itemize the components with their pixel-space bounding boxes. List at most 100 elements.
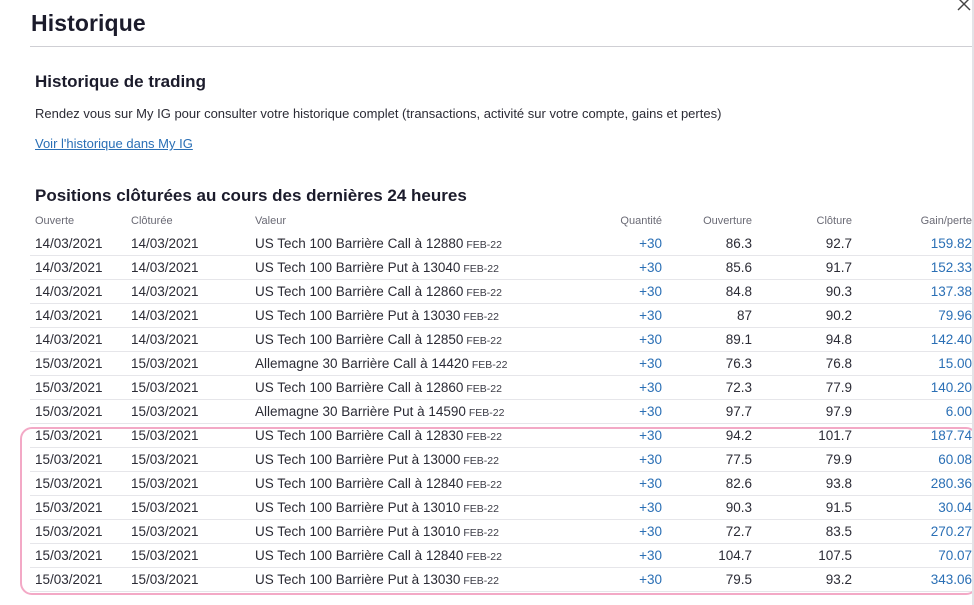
close-icon[interactable] — [954, 0, 974, 14]
cell-profit-loss: 30.04 — [938, 500, 972, 515]
table-row[interactable]: 15/03/2021 15/03/2021 US Tech 100 Barrière… — [30, 568, 974, 592]
cell-closed: 15/03/2021 — [131, 572, 199, 587]
cell-profit-loss: 142.40 — [930, 332, 972, 347]
instrument-name: Allemagne 30 Barrière Put à 14590 — [255, 404, 466, 419]
cell-instrument: US Tech 100 Barrière Put à 13010 FEB-22 — [255, 520, 499, 545]
table-row[interactable]: 15/03/2021 15/03/2021 US Tech 100 Barrière… — [30, 376, 974, 400]
instrument-name: US Tech 100 Barrière Put à 13030 — [255, 308, 461, 323]
cell-instrument: Allemagne 30 Barrière Call à 14420 FEB-22 — [255, 352, 508, 377]
cell-quantity: +30 — [639, 260, 662, 275]
cell-close-price: 91.7 — [825, 260, 852, 275]
cell-profit-loss: 137.38 — [930, 284, 972, 299]
cell-quantity: +30 — [639, 236, 662, 251]
instrument-expiry: FEB-22 — [466, 335, 502, 347]
table-row[interactable]: 15/03/2021 15/03/2021 US Tech 100 Barrière… — [30, 448, 974, 472]
table-row[interactable]: 15/03/2021 15/03/2021 US Tech 100 Barrière… — [30, 544, 974, 568]
cell-instrument: US Tech 100 Barrière Put à 13030 FEB-22 — [255, 568, 499, 593]
cell-close-price: 90.3 — [825, 284, 852, 299]
cell-profit-loss: 280.36 — [930, 476, 972, 491]
cell-quantity: +30 — [639, 476, 662, 491]
instrument-name: US Tech 100 Barrière Put à 13030 — [255, 572, 461, 587]
cell-close-price: 93.2 — [825, 572, 852, 587]
view-history-link[interactable]: Voir l'historique dans My IG — [35, 136, 193, 151]
cell-quantity: +30 — [639, 284, 662, 299]
instrument-name: US Tech 100 Barrière Put à 13000 — [255, 452, 461, 467]
table-body: 14/03/2021 14/03/2021 US Tech 100 Barrière… — [30, 232, 974, 592]
cell-closed: 14/03/2021 — [131, 308, 199, 323]
cell-profit-loss: 70.07 — [938, 548, 972, 563]
table-row[interactable]: 15/03/2021 15/03/2021 Allemagne 30 Barrièr… — [30, 400, 974, 424]
cell-opened: 14/03/2021 — [35, 284, 103, 299]
cell-instrument: US Tech 100 Barrière Call à 12830 FEB-22 — [255, 424, 502, 449]
cell-closed: 14/03/2021 — [131, 332, 199, 347]
table-header: Ouverte Clôturée Valeur Quantité Ouvertu… — [30, 212, 974, 232]
cell-instrument: US Tech 100 Barrière Put à 13030 FEB-22 — [255, 304, 499, 329]
table-row[interactable]: 14/03/2021 14/03/2021 US Tech 100 Barrière… — [30, 256, 974, 280]
cell-instrument: US Tech 100 Barrière Put à 13010 FEB-22 — [255, 496, 499, 521]
cell-quantity: +30 — [639, 572, 662, 587]
cell-close-price: 83.5 — [825, 524, 852, 539]
cell-open-price: 104.7 — [718, 548, 752, 563]
instrument-name: US Tech 100 Barrière Call à 12830 — [255, 428, 464, 443]
instrument-name: US Tech 100 Barrière Call à 12860 — [255, 284, 464, 299]
header-value[interactable]: Valeur — [255, 212, 286, 230]
cell-quantity: +30 — [639, 332, 662, 347]
table-row[interactable]: 15/03/2021 15/03/2021 US Tech 100 Barrière… — [30, 424, 974, 448]
header-open-price[interactable]: Ouverture — [703, 212, 752, 230]
cell-close-price: 93.8 — [825, 476, 852, 491]
cell-close-price: 91.5 — [825, 500, 852, 515]
cell-profit-loss: 159.82 — [930, 236, 972, 251]
cell-opened: 15/03/2021 — [35, 572, 103, 587]
table-row[interactable]: 14/03/2021 14/03/2021 US Tech 100 Barrière… — [30, 328, 974, 352]
instrument-expiry: FEB-22 — [463, 503, 499, 515]
cell-opened: 15/03/2021 — [35, 500, 103, 515]
table-row[interactable]: 15/03/2021 15/03/2021 US Tech 100 Barrière… — [30, 496, 974, 520]
header-closed[interactable]: Clôturée — [131, 212, 173, 230]
cell-close-price: 92.7 — [825, 236, 852, 251]
table-row[interactable]: 15/03/2021 15/03/2021 Allemagne 30 Barrièr… — [30, 352, 974, 376]
cell-closed: 15/03/2021 — [131, 428, 199, 443]
cell-instrument: Allemagne 30 Barrière Put à 14590 FEB-22 — [255, 400, 505, 425]
header-opened[interactable]: Ouverte — [35, 212, 74, 230]
cell-instrument: US Tech 100 Barrière Put à 13000 FEB-22 — [255, 448, 499, 473]
instrument-expiry: FEB-22 — [468, 407, 505, 419]
instrument-name: US Tech 100 Barrière Call à 12880 — [255, 236, 464, 251]
instrument-expiry: FEB-22 — [463, 527, 499, 539]
cell-profit-loss: 270.27 — [930, 524, 972, 539]
header-close-price[interactable]: Clôture — [817, 212, 852, 230]
cell-opened: 15/03/2021 — [35, 428, 103, 443]
table-row[interactable]: 15/03/2021 15/03/2021 US Tech 100 Barrière… — [30, 520, 974, 544]
cell-quantity: +30 — [639, 452, 662, 467]
cell-quantity: +30 — [639, 308, 662, 323]
header-profit-loss[interactable]: Gain/perte — [921, 212, 972, 230]
table-row[interactable]: 14/03/2021 14/03/2021 US Tech 100 Barrière… — [30, 280, 974, 304]
title-divider — [30, 46, 974, 47]
instrument-expiry: FEB-22 — [466, 431, 502, 443]
cell-closed: 14/03/2021 — [131, 260, 199, 275]
cell-opened: 14/03/2021 — [35, 308, 103, 323]
cell-close-price: 79.9 — [825, 452, 852, 467]
history-modal: Historique Historique de trading Rendez … — [8, 0, 974, 605]
cell-open-price: 72.7 — [725, 524, 752, 539]
trading-history-description: Rendez vous sur My IG pour consulter vot… — [35, 106, 722, 121]
cell-opened: 15/03/2021 — [35, 404, 103, 419]
cell-close-price: 76.8 — [825, 356, 852, 371]
table-row[interactable]: 15/03/2021 15/03/2021 US Tech 100 Barrière… — [30, 472, 974, 496]
cell-closed: 14/03/2021 — [131, 284, 199, 299]
cell-closed: 15/03/2021 — [131, 380, 199, 395]
instrument-name: US Tech 100 Barrière Put à 13010 — [255, 500, 461, 515]
cell-profit-loss: 152.33 — [930, 260, 972, 275]
cell-quantity: +30 — [639, 428, 662, 443]
table-row[interactable]: 14/03/2021 14/03/2021 US Tech 100 Barrière… — [30, 304, 974, 328]
table-row[interactable]: 14/03/2021 14/03/2021 US Tech 100 Barrière… — [30, 232, 974, 256]
cell-open-price: 94.2 — [725, 428, 752, 443]
cell-close-price: 107.5 — [818, 548, 852, 563]
cell-profit-loss: 343.06 — [930, 572, 972, 587]
instrument-name: US Tech 100 Barrière Put à 13010 — [255, 524, 461, 539]
header-quantity[interactable]: Quantité — [620, 212, 662, 230]
instrument-name: US Tech 100 Barrière Put à 13040 — [255, 260, 461, 275]
cell-quantity: +30 — [639, 356, 662, 371]
cell-closed: 15/03/2021 — [131, 500, 199, 515]
cell-open-price: 97.7 — [725, 404, 752, 419]
cell-open-price: 79.5 — [725, 572, 752, 587]
